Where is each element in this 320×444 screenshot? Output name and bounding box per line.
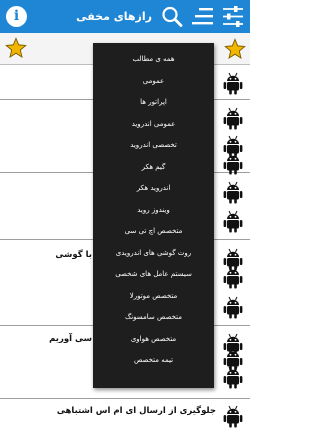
menu-item-motorola-expert[interactable]: متخصص موتورلا (93, 286, 214, 308)
menu-item-general-android[interactable]: عمومی اندروید (93, 114, 214, 136)
android-icon (223, 181, 243, 204)
android-icon (223, 266, 243, 289)
menu-item-personal-os[interactable]: سیستم عامل های شخصی (93, 264, 214, 286)
menu-item-general[interactable]: عمومی (93, 71, 214, 93)
menu-item-special-android[interactable]: تخصصی اندروید (93, 135, 214, 157)
menu-item-huawei-expert[interactable]: متخصص هواوی (93, 329, 214, 351)
sort-menu-icon[interactable] (191, 5, 215, 28)
search-icon[interactable] (160, 5, 184, 28)
app-title: رازهای مخفی (76, 10, 152, 23)
android-icon (223, 405, 243, 428)
list-item-title: جلوگیری از ارسال ای ام اس اشتباهی (56, 406, 216, 416)
star-icon[interactable] (5, 37, 27, 59)
menu-item-operators[interactable]: اپراتور ها (93, 92, 214, 114)
menu-item-htc-expert[interactable]: متخصص اچ تی سی (93, 221, 214, 243)
list-item-title: سی آوریم (49, 334, 92, 344)
android-icon (223, 152, 243, 175)
menu-item-game-hacker[interactable]: گیم هکر (93, 157, 214, 179)
info-icon: i (13, 8, 20, 24)
menu-item-android-hacker[interactable]: اندروید هکر (93, 178, 214, 200)
android-icon (223, 72, 243, 95)
menu-item-windows-droid[interactable]: ویندوز روید (93, 200, 214, 222)
android-icon (223, 296, 243, 319)
android-icon (223, 210, 243, 233)
android-icon (223, 366, 243, 389)
star-icon[interactable] (224, 38, 246, 60)
list-item-title: با گوشی (55, 250, 92, 260)
menu-item-all-posts[interactable]: همه ی مطالب (93, 49, 214, 71)
menu-item-root-android[interactable]: روت گوشی های اندرویدی (93, 243, 214, 265)
menu-item-samsung-expert[interactable]: متخصص سامسونگ (93, 307, 214, 329)
top-app-bar: i رازهای مخفی (0, 0, 250, 33)
android-icon (223, 107, 243, 130)
menu-item-expert-team[interactable]: تیمه متخصص (93, 350, 214, 372)
category-dropdown-menu: همه ی مطالب عمومی اپراتور ها عمومی اندرو… (93, 43, 214, 388)
list-item[interactable]: جلوگیری از ارسال ای ام اس اشتباهی (0, 399, 250, 444)
settings-sliders-icon[interactable] (221, 5, 245, 28)
info-button[interactable]: i (6, 6, 27, 27)
